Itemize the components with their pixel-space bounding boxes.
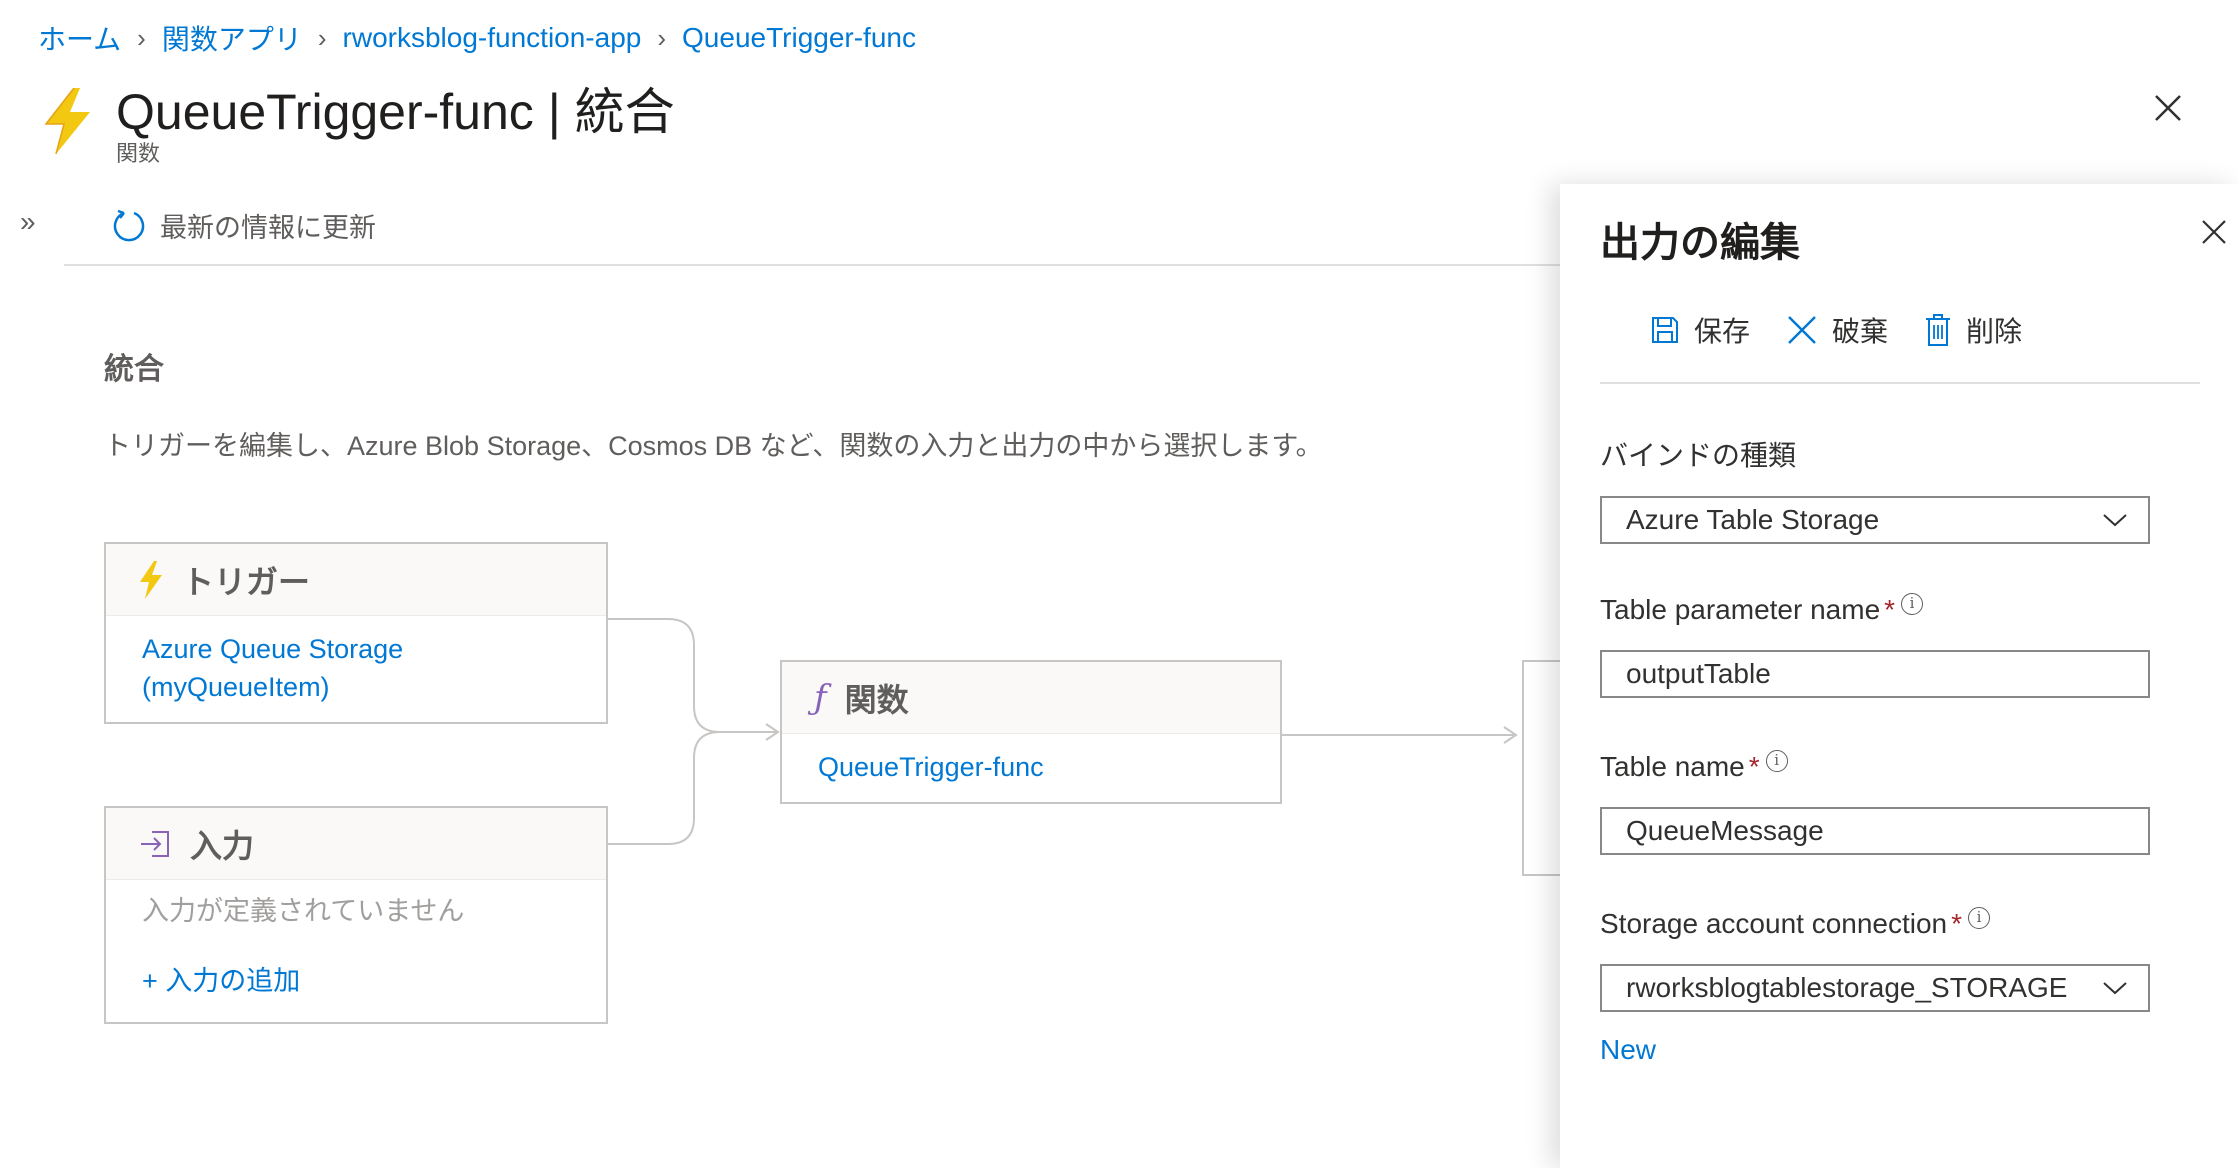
table-name-label: Table name * i (1600, 750, 1788, 783)
discard-label: 破棄 (1832, 316, 1889, 347)
table-param-value: outputTable (1626, 658, 1771, 689)
table-param-label-text: Table parameter name (1600, 594, 1881, 625)
discard-button[interactable]: 破棄 (1786, 310, 1888, 350)
binding-type-dropdown[interactable]: Azure Table Storage (1600, 496, 2150, 544)
panel-close-icon[interactable] (2198, 216, 2230, 248)
discard-icon (1788, 316, 1816, 344)
close-icon[interactable] (2148, 88, 2188, 128)
table-name-input[interactable]: QueueMessage (1600, 807, 2150, 855)
storage-conn-dropdown[interactable]: rworksblogtablestorage_STORAGE (1600, 964, 2150, 1012)
storage-conn-label-text: Storage account connection (1600, 908, 1948, 939)
table-param-input[interactable]: outputTable (1600, 650, 2150, 698)
info-icon[interactable]: i (1968, 907, 1991, 929)
input-empty-text: 入力が定義されていません (142, 896, 465, 926)
trigger-link[interactable]: Azure Queue Storage (myQueueItem) (142, 630, 570, 706)
input-card-header: 入力 (106, 808, 606, 880)
function-card: ƒ 関数 QueueTrigger-func (780, 660, 1282, 804)
panel-title: 出力の編集 (1600, 221, 1800, 265)
binding-type-label-text: バインドの種類 (1600, 440, 1797, 471)
save-icon (1652, 317, 1678, 343)
add-input-link[interactable]: + 入力の追加 (142, 962, 570, 1000)
bolt-icon (140, 560, 162, 599)
required-marker: * (1951, 908, 1963, 939)
function-card-title: 関数 (844, 681, 909, 718)
binding-type-value: Azure Table Storage (1626, 504, 1880, 535)
new-connection-link[interactable]: New (1600, 1034, 1656, 1066)
required-marker: * (1748, 751, 1760, 782)
trigger-link-line1: Azure Queue Storage (142, 634, 404, 664)
trigger-link-line2: (myQueueItem) (142, 672, 330, 702)
delete-button[interactable]: 削除 (1924, 310, 2022, 350)
delete-label: 削除 (1966, 316, 2023, 347)
input-card-title: 入力 (190, 827, 255, 864)
binding-type-label: バインドの種類 (1600, 434, 1796, 474)
trigger-card-title: トリガー (182, 563, 311, 600)
trigger-card: トリガー Azure Queue Storage (myQueueItem) (104, 542, 608, 724)
table-name-value: QueueMessage (1626, 815, 1824, 846)
storage-conn-label: Storage account connection * i (1600, 907, 1991, 940)
panel-divider (1600, 382, 2200, 384)
required-marker: * (1884, 594, 1896, 625)
storage-conn-value: rworksblogtablestorage_STORAGE (1626, 972, 2068, 1003)
function-link[interactable]: QueueTrigger-func (818, 748, 1244, 786)
trash-icon (1926, 314, 1951, 346)
function-icon: ƒ (814, 677, 827, 718)
save-label: 保存 (1694, 316, 1751, 347)
chevron-down-icon (2103, 514, 2127, 527)
info-icon[interactable]: i (1765, 750, 1788, 772)
function-card-header: ƒ 関数 (782, 662, 1280, 734)
trigger-card-header: トリガー (106, 544, 606, 616)
input-card: 入力 入力が定義されていません + 入力の追加 (104, 806, 608, 1024)
save-button[interactable]: 保存 (1650, 310, 1750, 350)
edit-output-panel: 出力の編集 保存 破棄 削除 バインドの種類 Azure Table Stora… (1560, 184, 2238, 1168)
chevron-down-icon (2103, 982, 2127, 995)
table-param-label: Table parameter name * i (1600, 593, 1924, 626)
info-icon[interactable]: i (1901, 593, 1924, 615)
input-icon (141, 830, 169, 857)
table-name-label-text: Table name (1600, 751, 1745, 782)
panel-action-bar: 保存 破棄 削除 (1650, 310, 2058, 350)
